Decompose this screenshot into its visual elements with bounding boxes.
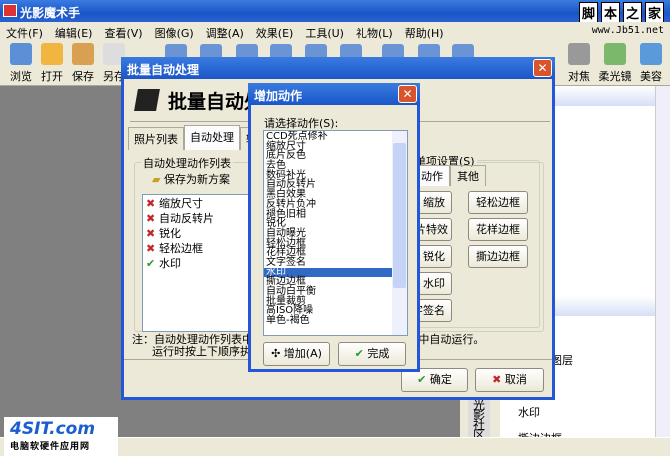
toolbar-icon (10, 43, 32, 65)
menu-bar: 文件(F) 编辑(E) 查看(V) 图像(G) 调整(A) 效果(E) 工具(U) 礼物(L)… (0, 22, 670, 40)
batch-dialog-title: 批量自动处理 ✕ (121, 57, 555, 79)
toolbar-label: 对焦 (568, 70, 590, 83)
action-label: 缩放尺寸 (159, 197, 204, 210)
menu-item[interactable]: 文件(F) (6, 25, 43, 40)
brand-char: 本 (600, 2, 620, 23)
menu-item[interactable]: 编辑(E) (55, 25, 93, 40)
dialog-title: 批量自动处理 (127, 63, 200, 77)
toolbar-button[interactable]: 保存 (66, 43, 100, 84)
menu-item[interactable]: 工具(U) (305, 25, 344, 40)
side-tab-community[interactable]: 光影社区 (468, 400, 490, 438)
toolbar-label: 柔光镜 (598, 70, 632, 83)
toolbar-icon (604, 43, 626, 65)
cancel-label: 取消 (504, 373, 527, 386)
cross-icon: ✖ (146, 212, 160, 225)
close-button[interactable]: ✕ (533, 59, 552, 77)
toolbar-label: 浏览 (10, 70, 32, 83)
batch-icon (134, 89, 160, 111)
action-list[interactable]: ✖ 缩放尺寸 ✖ 自动反转片 ✖ 锐化 ✖ 轻松边框 ✔ 水印 (142, 194, 262, 332)
site-logo: 4SIT.com 电脑软硬件应用网 (4, 417, 118, 456)
action-item[interactable]: ✔ 水印 (143, 255, 261, 270)
add-label: 增加(A) (283, 347, 322, 360)
action-item[interactable]: ✖ 自动反转片 (143, 210, 261, 225)
cross-icon: ✖ (146, 227, 160, 240)
close-button[interactable]: ✕ (398, 85, 417, 103)
tab[interactable]: 自动处理 (184, 125, 240, 150)
action-item[interactable]: ✖ 锐化 (143, 225, 261, 240)
site-url: www.Jb51.net (591, 25, 664, 36)
toolbar-button[interactable]: 美容 (634, 43, 668, 84)
action-select-label: 请选择动作(S): (264, 117, 339, 130)
toolbar-button[interactable]: 浏览 (4, 43, 38, 84)
menu-item[interactable]: 礼物(L) (356, 25, 393, 40)
dialog-title: 增加动作 (254, 89, 303, 103)
action-item[interactable]: ✖ 缩放尺寸 (143, 195, 261, 210)
tab[interactable]: 其他 (450, 165, 486, 186)
action-option[interactable]: 单色-褐色 (264, 316, 407, 326)
menu-item[interactable]: 查看(V) (104, 25, 142, 40)
toolbar-label: 保存 (72, 70, 94, 83)
brand-char: 家 (644, 2, 664, 23)
add-dialog-title: 增加动作 ✕ (248, 83, 420, 105)
action-label: 锐化 (159, 227, 182, 240)
cross-icon: ✖ (146, 242, 160, 255)
toolbar-label: 打开 (41, 70, 63, 83)
check-icon: ✔ (146, 257, 160, 270)
save-scheme-button[interactable]: ▰ 保存为新方案 (152, 171, 230, 187)
action-label: 自动反转片 (159, 212, 215, 225)
menu-item[interactable]: 调整(A) (206, 25, 244, 40)
action-label: 轻松边框 (159, 242, 204, 255)
done-button[interactable]: ✔ 完成 (338, 342, 406, 366)
app-title-bar: 光影魔术手 (0, 0, 670, 22)
brand-char: 脚 (578, 2, 598, 23)
toolbar-icon (41, 43, 63, 65)
toolbar-icon (568, 43, 590, 65)
action-button[interactable]: 轻松边框 (468, 191, 528, 214)
menu-item[interactable]: 效果(E) (256, 25, 294, 40)
scrollbar[interactable] (655, 86, 670, 438)
cancel-button[interactable]: ✖ 取消 (475, 368, 544, 392)
toolbar-button[interactable]: 对焦 (562, 43, 596, 84)
toolbar-icon (640, 43, 662, 65)
app-icon (3, 4, 17, 17)
logo-subtext: 电脑软硬件应用网 (10, 442, 91, 452)
brand-char: 之 (622, 2, 642, 23)
done-label: 完成 (367, 347, 390, 360)
menu-item[interactable]: 帮助(H) (405, 25, 444, 40)
brand-watermark: 脚本之家 (578, 2, 664, 23)
action-item[interactable]: ✖ 轻松边框 (143, 240, 261, 255)
logo-text: 4SIT.com (10, 419, 96, 439)
add-button[interactable]: ✣ 增加(A) (263, 342, 330, 366)
menu-item[interactable]: 图像(G) (155, 25, 194, 40)
action-label: 水印 (159, 257, 182, 270)
scrollbar[interactable] (392, 131, 407, 335)
add-action-dialog: 增加动作 ✕ 请选择动作(S): CCD死点修补 缩放尺寸 底片反色 去色 数码补光 自动反… (248, 83, 420, 372)
app-title: 光影魔术手 (20, 6, 81, 20)
toolbar-label: 美容 (640, 70, 662, 83)
save-scheme-label: 保存为新方案 (163, 173, 230, 186)
ok-label: 确定 (429, 373, 452, 386)
tab[interactable]: 照片列表 (128, 127, 184, 150)
toolbar-button[interactable]: 柔光镜 (598, 43, 632, 84)
toolbar-button[interactable]: 打开 (35, 43, 69, 84)
action-options-list[interactable]: CCD死点修补 缩放尺寸 底片反色 去色 数码补光 自动反转片 黑白效果 反转片负冲 褪色旧相锐… (263, 130, 408, 336)
tool-item[interactable]: 水印 (518, 404, 540, 420)
group-label: 自动处理动作列表 (141, 155, 233, 171)
action-button[interactable]: 撕边边框 (468, 245, 528, 268)
action-button[interactable]: 花样边框 (468, 218, 528, 241)
toolbar-icon (72, 43, 94, 65)
cross-icon: ✖ (146, 197, 160, 210)
